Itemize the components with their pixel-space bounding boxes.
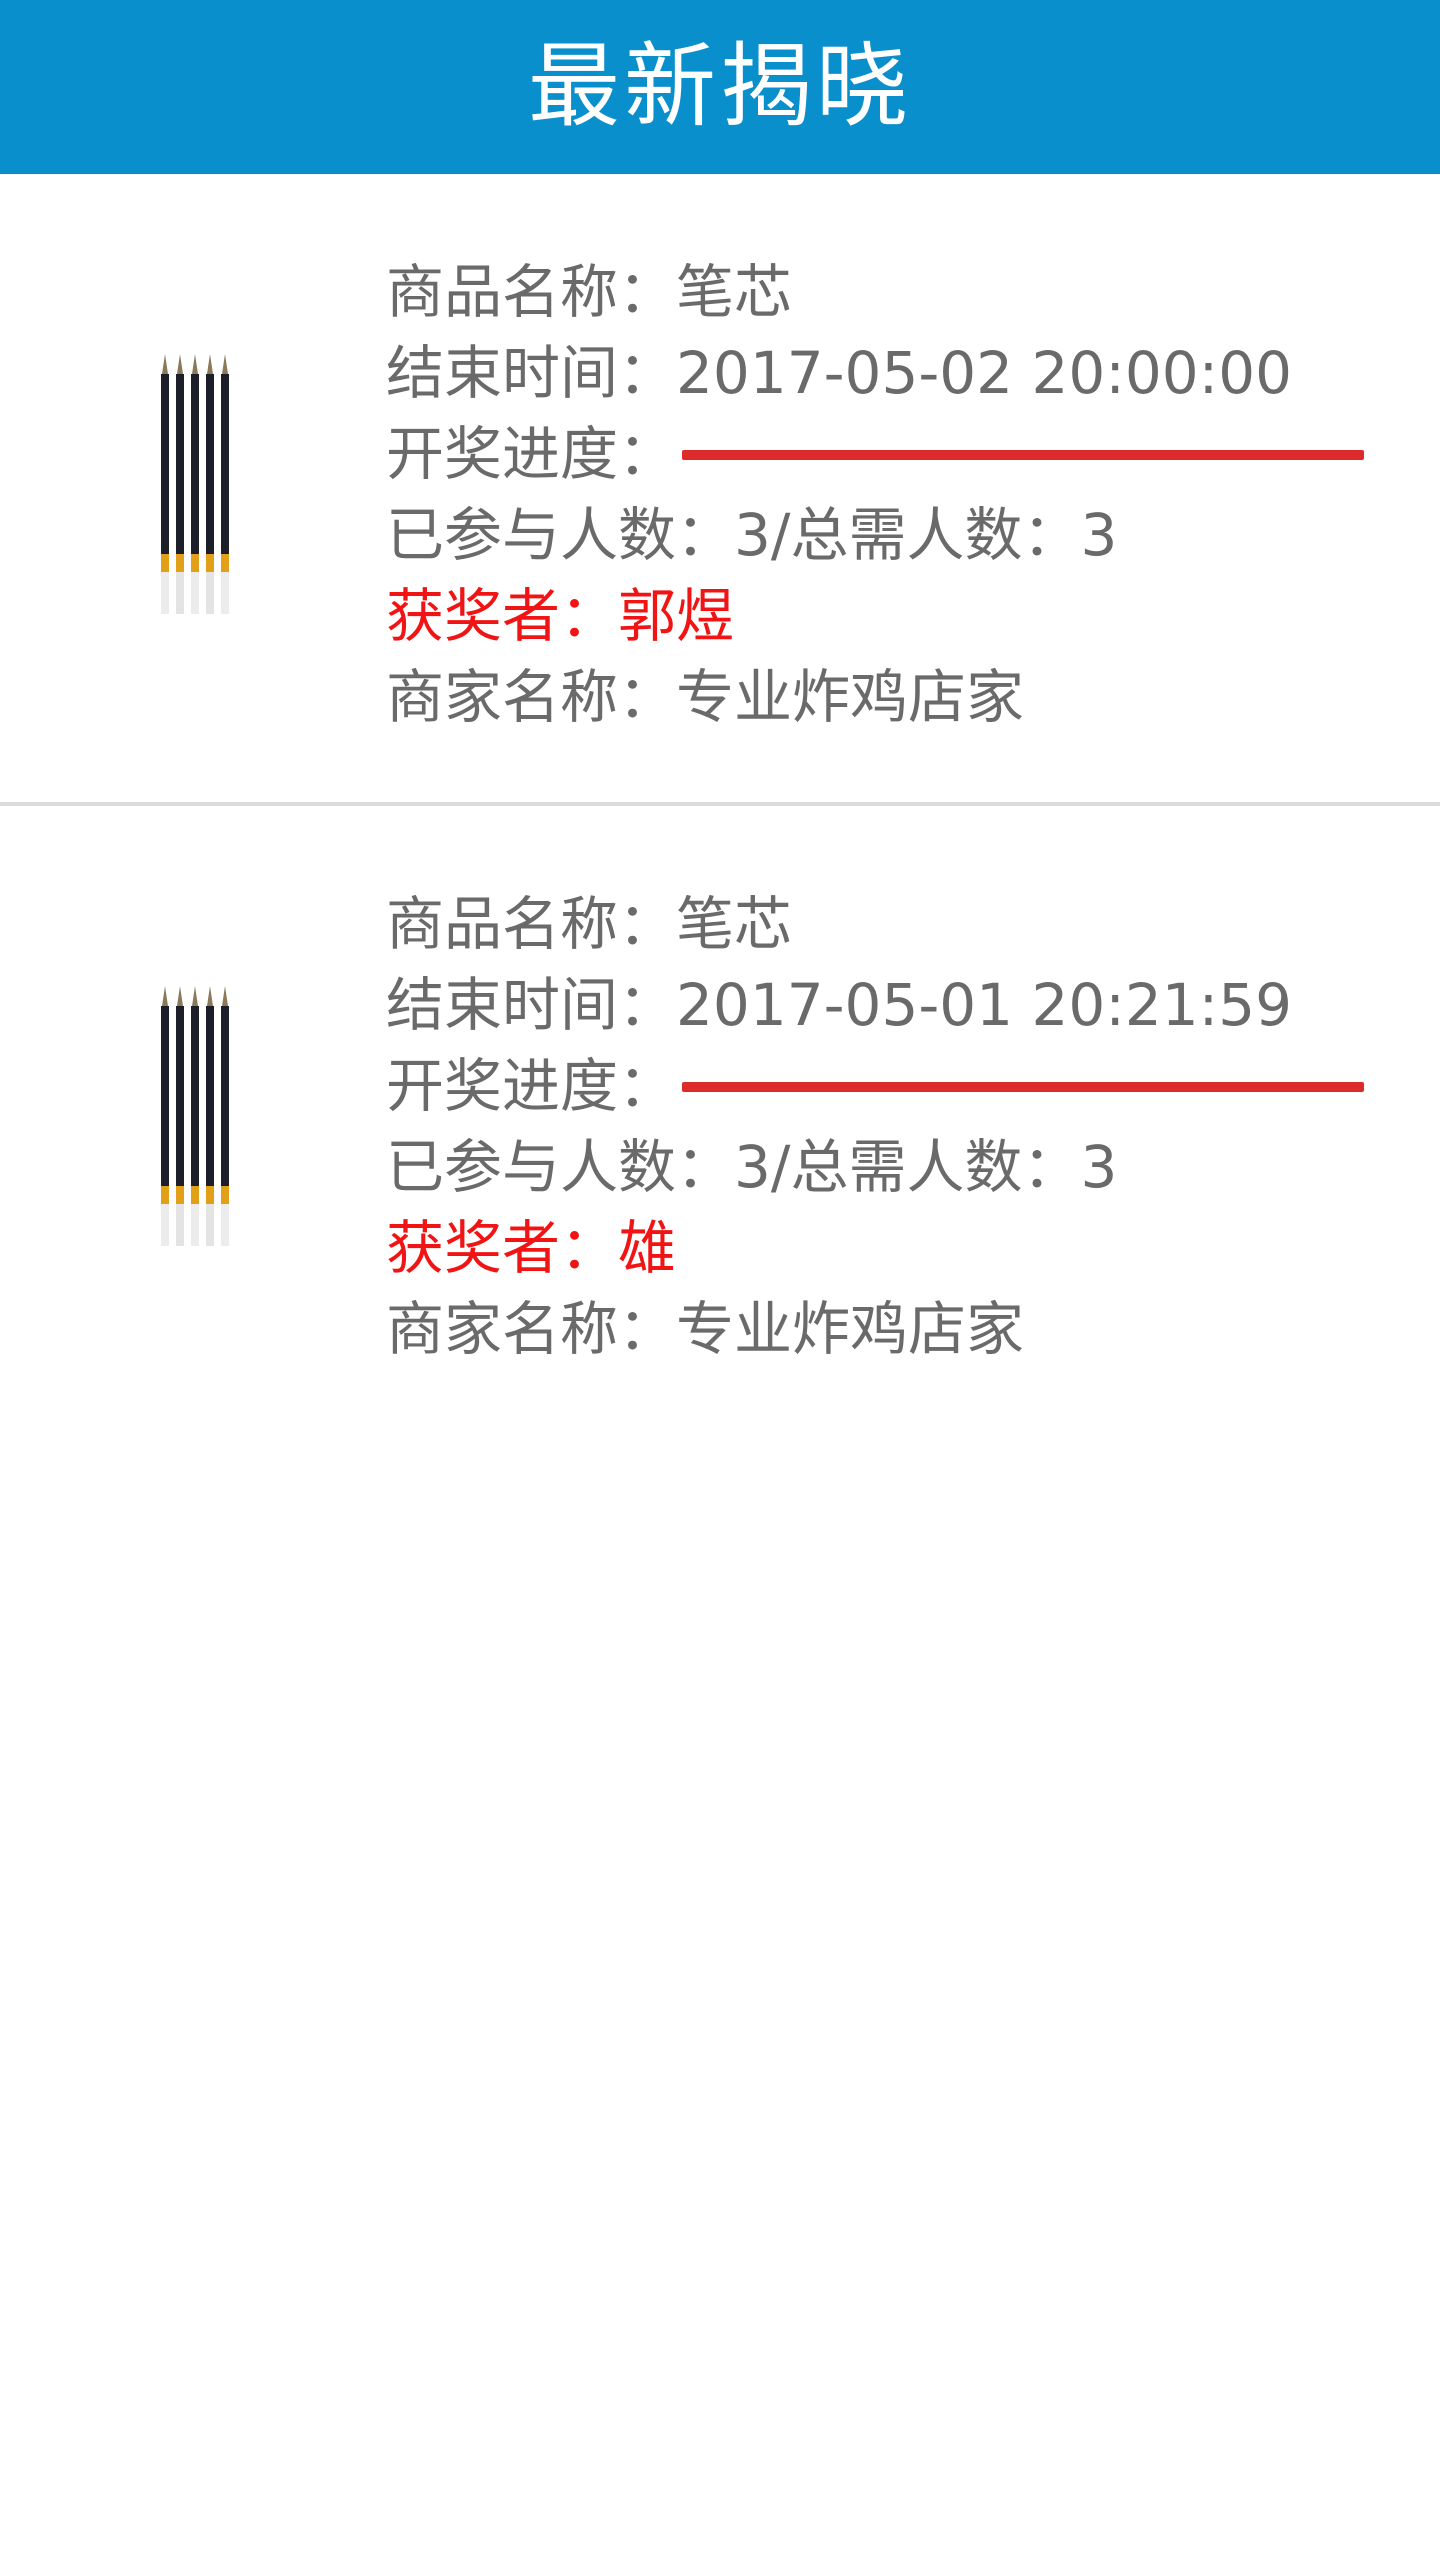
merchant-row: 商家名称： 专业炸鸡店家 [386,657,1386,738]
progress-label: 开奖进度： [386,420,677,488]
product-name-row: 商品名称： 笔芯 [386,884,1386,965]
list-item[interactable]: 商品名称： 笔芯 结束时间： 2017-05-02 20:00:00 开奖进度：… [0,174,1440,806]
participants-value: 3 [734,1133,771,1201]
winner-value: 雄 [618,1214,677,1282]
results-list: 商品名称： 笔芯 结束时间： 2017-05-02 20:00:00 开奖进度：… [0,174,1440,1438]
product-name-row: 商品名称： 笔芯 [386,252,1386,333]
participants-row: 已参与人数： 3 /总需人数： 3 [386,495,1386,576]
progress-bar [682,1081,1365,1092]
merchant-value: 专业炸鸡店家 [676,663,1025,731]
total-label: /总需人数： [770,501,1081,569]
pen-refill-image [161,354,229,614]
merchant-label: 商家名称： [386,663,677,731]
end-time-label: 结束时间： [386,339,677,407]
winner-row: 获奖者： 郭煜 [386,576,1386,657]
page-title: 最新揭晓 [527,33,912,140]
participants-label: 已参与人数： [386,501,735,569]
total-value: 3 [1080,1133,1118,1201]
progress-row: 开奖进度： [386,414,1386,495]
product-name-label: 商品名称： [386,890,677,958]
merchant-value: 专业炸鸡店家 [676,1295,1025,1363]
item-info: 商品名称： 笔芯 结束时间： 2017-05-01 20:21:59 开奖进度：… [386,884,1386,1370]
progress-bar [682,449,1365,460]
end-time-label: 结束时间： [386,971,677,1039]
winner-label: 获奖者： [386,1214,619,1282]
total-label: /总需人数： [770,1133,1081,1201]
end-time-value: 2017-05-02 20:00:00 [676,339,1293,407]
end-time-row: 结束时间： 2017-05-01 20:21:59 [386,965,1386,1046]
list-item[interactable]: 商品名称： 笔芯 结束时间： 2017-05-01 20:21:59 开奖进度：… [0,806,1440,1438]
progress-row: 开奖进度： [386,1046,1386,1127]
app-header: 最新揭晓 [0,0,1440,174]
participants-value: 3 [734,501,771,569]
participants-label: 已参与人数： [386,1133,735,1201]
winner-row: 获奖者： 雄 [386,1208,1386,1289]
progress-label: 开奖进度： [386,1052,677,1120]
winner-value: 郭煜 [618,582,735,650]
merchant-row: 商家名称： 专业炸鸡店家 [386,1289,1386,1370]
end-time-value: 2017-05-01 20:21:59 [676,971,1293,1039]
end-time-row: 结束时间： 2017-05-02 20:00:00 [386,333,1386,414]
merchant-label: 商家名称： [386,1295,677,1363]
winner-label: 获奖者： [386,582,619,650]
product-name-label: 商品名称： [386,258,677,326]
pen-refill-image [161,986,229,1246]
total-value: 3 [1080,501,1118,569]
product-name-value: 笔芯 [676,258,793,326]
participants-row: 已参与人数： 3 /总需人数： 3 [386,1127,1386,1208]
product-name-value: 笔芯 [676,890,793,958]
item-info: 商品名称： 笔芯 结束时间： 2017-05-02 20:00:00 开奖进度：… [386,252,1386,738]
